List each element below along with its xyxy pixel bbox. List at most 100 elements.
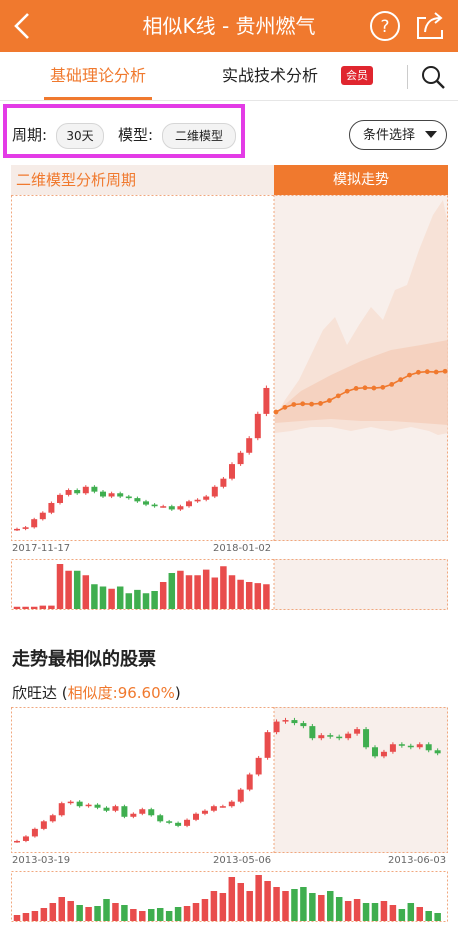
volume-bar (22, 606, 29, 609)
candle-body (282, 720, 289, 722)
candle-body (148, 809, 155, 816)
volume-bar (255, 875, 262, 921)
simulated-point (318, 401, 323, 406)
candle-body (434, 750, 441, 754)
candle-body (184, 819, 191, 826)
candle-body (67, 801, 74, 804)
kline-chart (11, 195, 448, 541)
candle-body (354, 729, 361, 734)
candle-body (125, 496, 132, 499)
volume-bar (407, 903, 415, 921)
candle-body (389, 744, 396, 752)
similar-volume-chart (11, 871, 448, 922)
similarity-value: 96.60% (117, 684, 175, 702)
simulated-point (344, 388, 350, 394)
candle-body (117, 493, 124, 497)
candle-body (76, 801, 83, 807)
candle-body (416, 744, 423, 748)
candle-body (193, 813, 199, 820)
similar-kline-chart (11, 707, 448, 853)
chevron-left-icon[interactable] (6, 8, 42, 44)
candle-body (57, 494, 63, 503)
close-paren: ) (174, 684, 181, 702)
volume-bar (130, 909, 137, 921)
volume-bar (425, 911, 432, 921)
candle-body (246, 438, 253, 453)
simulated-point (424, 369, 430, 375)
simulated-point (335, 393, 341, 399)
volume-bar (194, 575, 201, 609)
volume-bar (210, 891, 218, 921)
volume-bar (362, 903, 370, 921)
candle-body (91, 486, 98, 492)
volume-bar (245, 582, 253, 609)
share-icon[interactable] (412, 8, 448, 44)
candle-body (85, 804, 92, 807)
volume-bar (327, 891, 334, 921)
simulated-point (300, 401, 306, 407)
candle-body (380, 751, 387, 757)
volume-bar (22, 913, 30, 921)
candle-body (254, 413, 261, 439)
candle-body (300, 723, 307, 727)
similarity-label: 相似度: (67, 684, 118, 702)
volume-bar (219, 893, 227, 921)
candle-body (220, 478, 227, 487)
volume-bar (125, 593, 133, 609)
candle-body (203, 496, 210, 500)
volume-bar (220, 566, 227, 609)
candle-body (237, 789, 244, 802)
similar-date-end: 2013-06-03 (388, 855, 447, 866)
candle-body (336, 736, 343, 739)
candle-body (160, 506, 167, 508)
candle-body (398, 744, 405, 746)
candle-body (134, 498, 141, 502)
volume-bar (116, 586, 124, 609)
volume-bar (91, 584, 98, 609)
volume-bar (398, 909, 406, 921)
volume-bar (344, 901, 352, 921)
candle-body (49, 815, 56, 822)
similar-section-title: 走势最相似的股票 (12, 649, 156, 670)
simulated-point (362, 385, 368, 391)
tab-basic-analysis[interactable]: 基础理论分析 (30, 52, 166, 100)
volume-bar (159, 582, 167, 609)
search-icon[interactable] (418, 62, 448, 92)
volume-simulation-zone (274, 559, 448, 610)
volume-bar (40, 908, 48, 921)
candle-body (291, 720, 298, 724)
similar-future-zone (274, 707, 448, 853)
open-paren: ( (57, 684, 68, 702)
volume-bar (211, 577, 219, 609)
candle-body (175, 822, 182, 826)
model-chip[interactable]: 二维模型 (162, 123, 236, 149)
candle-body (168, 506, 175, 510)
volume-bar (148, 909, 155, 921)
volume-bar (73, 570, 81, 609)
volume-bar (380, 901, 388, 921)
candle-body (58, 803, 65, 816)
stock-name: 欣旺达 (12, 684, 58, 702)
simulated-point (407, 372, 412, 378)
candle-body (40, 821, 47, 829)
simulated-point (353, 385, 359, 391)
volume-bar (65, 570, 72, 609)
similar-stock-line[interactable]: 欣旺达 (相似度:96.60%) (12, 682, 181, 703)
volume-bar (85, 907, 92, 921)
volume-bar (58, 897, 65, 921)
simulated-trend-header: 模拟走势 (274, 165, 448, 195)
candle-body (210, 806, 217, 811)
candle-body (121, 806, 128, 817)
volume-bar (165, 911, 173, 921)
volume-bar (151, 591, 158, 609)
volume-bar (318, 895, 325, 921)
candle-body (108, 493, 115, 497)
volume-bar (94, 906, 101, 921)
model-label: 模型: (118, 126, 154, 144)
candle-body (345, 733, 352, 739)
period-chip[interactable]: 30天 (56, 123, 104, 149)
question-circle-icon[interactable]: ? (368, 9, 402, 43)
candle-body (246, 774, 253, 790)
candle-body (201, 810, 208, 814)
volume-bar (142, 593, 150, 609)
